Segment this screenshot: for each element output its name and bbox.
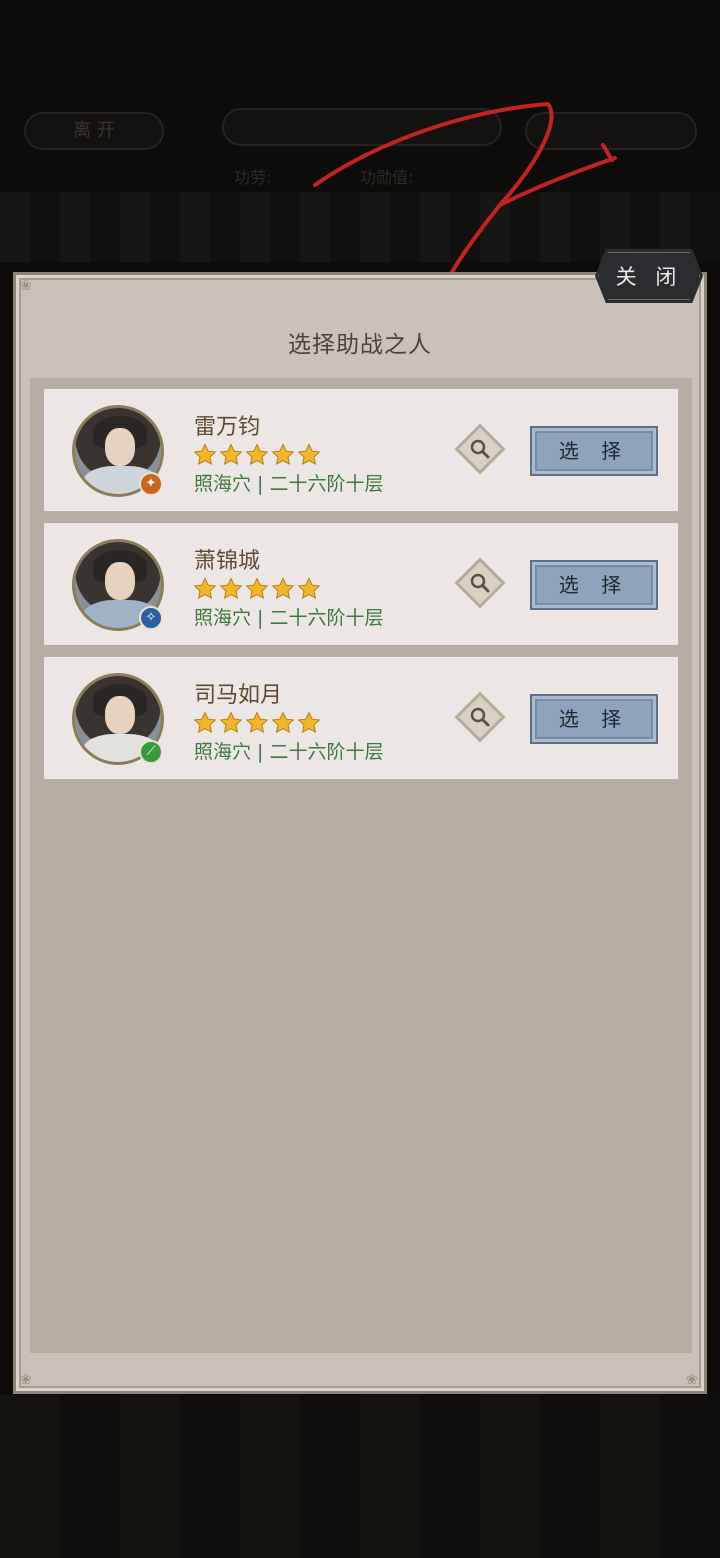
star-icon bbox=[193, 577, 217, 600]
corner-ornament: ❀ bbox=[686, 1372, 698, 1388]
background-right-button bbox=[525, 112, 697, 150]
hero-realm: 照海穴 | 二十六阶十层 bbox=[194, 607, 384, 629]
inspect-button[interactable] bbox=[454, 557, 506, 609]
element-badge-icon: ✧ bbox=[139, 606, 163, 630]
element-badge-icon: ✦ bbox=[139, 472, 163, 496]
corner-ornament: ❀ bbox=[20, 1372, 32, 1388]
star-icon bbox=[271, 577, 295, 600]
corner-ornament: ❀ bbox=[20, 278, 32, 294]
star-icon bbox=[245, 443, 269, 466]
merit-label: 功劳: bbox=[234, 168, 272, 187]
hero-name: 萧锦城 bbox=[194, 549, 261, 574]
select-button[interactable]: 选 择 bbox=[530, 426, 658, 476]
list-item: ✧ 萧锦城 照海穴 | 二十六阶十层 选 择 bbox=[44, 523, 678, 645]
close-button[interactable]: 关 闭 bbox=[595, 249, 703, 303]
background-tab-bar bbox=[222, 108, 502, 146]
hero-name: 司马如月 bbox=[194, 683, 283, 708]
list-item: ⟋ 司马如月 照海穴 | 二十六阶十层 选 择 bbox=[44, 657, 678, 779]
close-label: 关 闭 bbox=[615, 265, 683, 289]
star-rating bbox=[193, 711, 321, 735]
background-bottom-decor bbox=[0, 1395, 720, 1558]
hero-name: 雷万钧 bbox=[194, 415, 261, 440]
star-icon bbox=[245, 577, 269, 600]
star-icon bbox=[271, 711, 295, 734]
star-rating bbox=[193, 577, 321, 601]
select-button[interactable]: 选 择 bbox=[530, 560, 658, 610]
star-icon bbox=[219, 711, 243, 734]
star-icon bbox=[219, 577, 243, 600]
star-icon bbox=[193, 443, 217, 466]
leave-button[interactable]: 离 开 bbox=[24, 112, 164, 150]
star-icon bbox=[297, 443, 321, 466]
star-rating bbox=[193, 443, 321, 467]
list-item: ✦ 雷万钧 照海穴 | 二十六阶十层 选 择 bbox=[44, 389, 678, 511]
star-icon bbox=[297, 577, 321, 600]
search-icon bbox=[470, 439, 490, 459]
inspect-button[interactable] bbox=[454, 423, 506, 475]
star-icon bbox=[297, 711, 321, 734]
star-icon bbox=[219, 443, 243, 466]
dialog-title: 选择助战之人 bbox=[288, 332, 432, 358]
star-icon bbox=[271, 443, 295, 466]
inspect-button[interactable] bbox=[454, 691, 506, 743]
hero-realm: 照海穴 | 二十六阶十层 bbox=[194, 473, 384, 495]
hero-realm: 照海穴 | 二十六阶十层 bbox=[194, 741, 384, 763]
star-icon bbox=[193, 711, 217, 734]
select-helper-dialog: ❀ ❀ ❀ 选择助战之人 ✦ 雷万钧 照海穴 | 二十六阶十层 选 择 ✧ 萧锦… bbox=[13, 272, 707, 1394]
search-icon bbox=[470, 573, 490, 593]
search-icon bbox=[470, 707, 490, 727]
select-button[interactable]: 选 择 bbox=[530, 694, 658, 744]
element-badge-icon: ⟋ bbox=[139, 740, 163, 764]
merit-value-label: 功勋值: bbox=[360, 168, 414, 187]
star-icon bbox=[245, 711, 269, 734]
